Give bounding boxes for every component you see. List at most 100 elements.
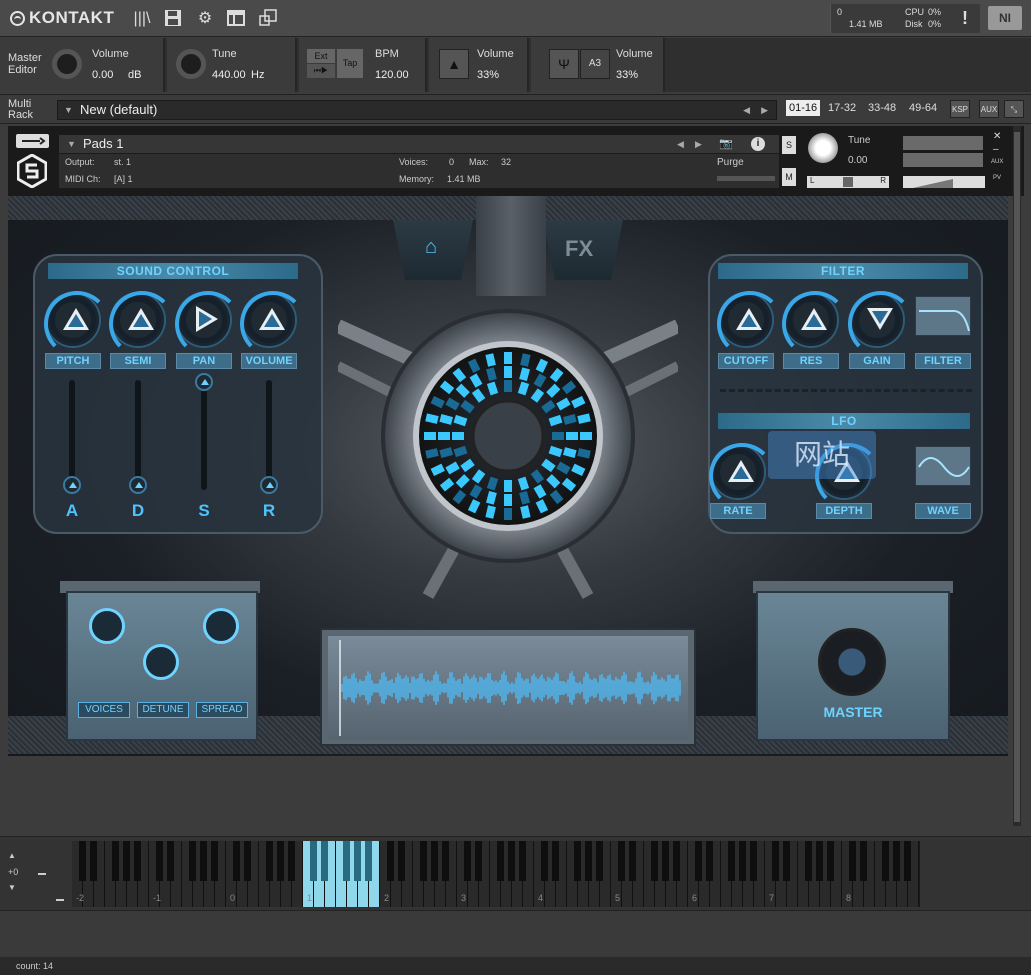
lfo-wave-display[interactable] — [915, 446, 971, 486]
black-key[interactable] — [387, 841, 394, 881]
rack-range-1[interactable]: 01-16 — [786, 100, 821, 116]
black-key[interactable] — [519, 841, 526, 881]
master-tune-knob[interactable] — [176, 49, 206, 79]
collapse-rack-icon[interactable]: ⤡ — [1004, 100, 1024, 118]
output-value[interactable]: st. 1 — [114, 157, 131, 167]
ni-logo[interactable]: NI — [988, 6, 1022, 30]
dropdown-arrow-icon[interactable]: ▼ — [64, 101, 73, 119]
black-key[interactable] — [211, 841, 218, 881]
master-volume-knob[interactable] — [52, 49, 82, 79]
black-key[interactable] — [695, 841, 702, 881]
black-key[interactable] — [420, 841, 427, 881]
reference-volume-value[interactable]: 33% — [616, 69, 638, 81]
transport-buttons[interactable]: ⏮▶ — [307, 64, 335, 78]
camera-icon[interactable]: 📷 — [719, 135, 733, 153]
black-key[interactable] — [673, 841, 680, 881]
save-icon[interactable] — [163, 9, 183, 29]
warning-icon[interactable]: ! — [962, 8, 968, 29]
rack-range-2[interactable]: 17-32 — [828, 102, 856, 114]
black-key[interactable] — [541, 841, 548, 881]
black-key[interactable] — [233, 841, 240, 881]
next-multi-icon[interactable]: ▶ — [761, 101, 768, 119]
voices-knob[interactable] — [89, 608, 125, 644]
library-icon[interactable]: |||\ — [132, 9, 152, 29]
prev-multi-icon[interactable]: ◀ — [743, 101, 750, 119]
sustain-slider-thumb[interactable] — [195, 373, 213, 391]
black-key[interactable] — [662, 841, 669, 881]
black-key[interactable] — [288, 841, 295, 881]
black-key[interactable] — [585, 841, 592, 881]
pan-slider[interactable]: L R — [807, 176, 889, 188]
rack-range-3[interactable]: 33-48 — [868, 102, 896, 114]
volume-slider[interactable] — [903, 176, 985, 188]
black-key[interactable] — [783, 841, 790, 881]
black-key[interactable] — [277, 841, 284, 881]
ksp-button[interactable]: KSP — [950, 100, 970, 118]
resize-window-icon[interactable] — [258, 9, 278, 29]
master-knob[interactable] — [818, 628, 886, 696]
next-instrument-icon[interactable]: ▶ — [695, 135, 702, 153]
aux-button[interactable]: AUX — [979, 100, 999, 118]
minimize-instrument-icon[interactable]: – — [993, 144, 999, 155]
black-key[interactable] — [805, 841, 812, 881]
purge-menu[interactable]: Purge — [717, 157, 744, 168]
res-knob[interactable] — [782, 291, 848, 357]
reference-note[interactable]: A3 — [580, 49, 610, 79]
rate-knob[interactable] — [709, 443, 775, 509]
attack-slider-thumb[interactable] — [63, 476, 81, 494]
decay-slider-track[interactable] — [135, 380, 141, 490]
black-key[interactable] — [343, 841, 350, 881]
pitch-wheel-marker[interactable] — [38, 873, 46, 875]
black-key[interactable] — [816, 841, 823, 881]
detune-knob[interactable] — [143, 644, 179, 680]
prev-instrument-icon[interactable]: ◀ — [677, 135, 684, 153]
cutoff-knob[interactable] — [717, 291, 783, 357]
black-key[interactable] — [310, 841, 317, 881]
mute-button[interactable]: M — [782, 168, 796, 186]
black-key[interactable] — [398, 841, 405, 881]
semi-knob[interactable] — [109, 291, 175, 357]
pv-toggle[interactable]: PV — [993, 175, 1001, 181]
tuning-fork-icon[interactable]: Ψ — [549, 49, 579, 79]
black-key[interactable] — [629, 841, 636, 881]
metronome-icon[interactable]: ▲ — [439, 49, 469, 79]
aux-toggle[interactable]: AUX — [991, 159, 1003, 165]
black-key[interactable] — [596, 841, 603, 881]
black-key[interactable] — [827, 841, 834, 881]
instrument-dropdown-icon[interactable]: ▼ — [67, 135, 76, 153]
black-key[interactable] — [442, 841, 449, 881]
black-key[interactable] — [497, 841, 504, 881]
black-key[interactable] — [79, 841, 86, 881]
black-key[interactable] — [189, 841, 196, 881]
black-key[interactable] — [651, 841, 658, 881]
black-key[interactable] — [728, 841, 735, 881]
black-key[interactable] — [244, 841, 251, 881]
tap-button[interactable]: Tap — [337, 49, 363, 78]
max-value[interactable]: 32 — [501, 157, 511, 167]
black-key[interactable] — [354, 841, 361, 881]
info-icon[interactable]: i — [751, 137, 765, 151]
black-key[interactable] — [904, 841, 911, 881]
gain-knob[interactable] — [848, 291, 914, 357]
black-key[interactable] — [464, 841, 471, 881]
wrench-icon[interactable] — [16, 134, 49, 148]
black-key[interactable] — [552, 841, 559, 881]
close-instrument-icon[interactable]: ✕ — [993, 131, 1001, 142]
attack-slider-track[interactable] — [69, 380, 75, 490]
settings-gear-icon[interactable]: ⚙ — [195, 9, 215, 29]
sustain-slider-track[interactable] — [201, 380, 207, 490]
black-key[interactable] — [574, 841, 581, 881]
bpm-value[interactable]: 120.00 — [375, 69, 409, 81]
black-key[interactable] — [772, 841, 779, 881]
solo-button[interactable]: S — [782, 136, 796, 154]
black-key[interactable] — [431, 841, 438, 881]
volume-knob[interactable] — [240, 291, 306, 357]
instrument-tune-knob[interactable] — [808, 133, 838, 163]
black-key[interactable] — [475, 841, 482, 881]
view-layout-icon[interactable] — [226, 9, 246, 29]
black-key[interactable] — [860, 841, 867, 881]
black-key[interactable] — [750, 841, 757, 881]
black-key[interactable] — [365, 841, 372, 881]
metronome-volume-value[interactable]: 33% — [477, 69, 499, 81]
black-key[interactable] — [167, 841, 174, 881]
